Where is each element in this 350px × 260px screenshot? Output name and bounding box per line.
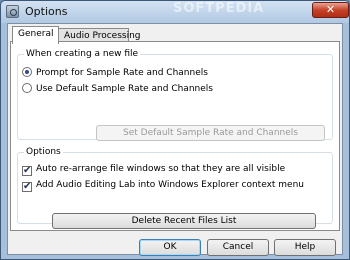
help-button[interactable]: Help bbox=[274, 239, 336, 256]
explorer-context-menu-checkbox[interactable]: ✔ Add Audio Editing Lab into Windows Expl… bbox=[22, 179, 305, 192]
ok-button[interactable]: OK bbox=[139, 239, 201, 256]
set-default-sample-rate-button[interactable]: Set Default Sample Rate and Channels bbox=[96, 125, 325, 141]
new-file-group: When creating a new file Prompt for Samp… bbox=[17, 48, 333, 141]
set-default-sample-rate-button-label: Set Default Sample Rate and Channels bbox=[123, 128, 298, 138]
auto-rearrange-label: Auto re-arrange file windows so that the… bbox=[36, 164, 286, 174]
radio-unselected-icon[interactable] bbox=[22, 83, 32, 93]
general-tab-panel: When creating a new file Prompt for Samp… bbox=[10, 41, 340, 231]
use-default-sample-rate-radio[interactable]: Use Default Sample Rate and Channels bbox=[22, 83, 213, 95]
explorer-context-menu-label: Add Audio Editing Lab into Windows Explo… bbox=[36, 180, 305, 190]
close-button[interactable]: ✕ bbox=[312, 2, 349, 18]
app-icon[interactable] bbox=[6, 5, 19, 18]
checkmark-icon[interactable]: ✔ bbox=[22, 182, 32, 192]
delete-recent-files-button-label: Delete Recent Files List bbox=[131, 216, 237, 226]
options-window: Options SOFTPEDIA ✕ General Audio Proces… bbox=[0, 0, 350, 260]
watermark: SOFTPEDIA bbox=[173, 1, 265, 16]
tab-general-label: General bbox=[18, 29, 54, 39]
new-file-group-legend: When creating a new file bbox=[24, 48, 141, 60]
prompt-sample-rate-radio[interactable]: Prompt for Sample Rate and Channels bbox=[22, 67, 208, 79]
cancel-button[interactable]: Cancel bbox=[207, 239, 269, 256]
close-icon: ✕ bbox=[325, 3, 336, 16]
options-group: Options ✔ Auto re-arrange file windows so… bbox=[17, 146, 333, 229]
checkmark-icon[interactable]: ✔ bbox=[22, 166, 32, 176]
ok-button-label: OK bbox=[163, 242, 177, 252]
window-title: Options bbox=[25, 5, 68, 18]
tab-general[interactable]: General bbox=[12, 26, 59, 44]
delete-recent-files-button[interactable]: Delete Recent Files List bbox=[52, 213, 316, 229]
prompt-sample-rate-label: Prompt for Sample Rate and Channels bbox=[36, 68, 208, 78]
tab-audio-processing-label: Audio Processing bbox=[64, 31, 141, 41]
dialog-client-area: General Audio Processing When creating a… bbox=[7, 23, 343, 256]
radio-selected-icon[interactable] bbox=[22, 67, 32, 77]
use-default-sample-rate-label: Use Default Sample Rate and Channels bbox=[36, 84, 213, 94]
help-button-label: Help bbox=[294, 242, 316, 252]
auto-rearrange-checkbox[interactable]: ✔ Auto re-arrange file windows so that th… bbox=[22, 163, 286, 176]
options-group-legend: Options bbox=[24, 146, 63, 158]
title-bar[interactable]: Options SOFTPEDIA ✕ bbox=[1, 1, 349, 23]
cancel-button-label: Cancel bbox=[222, 242, 254, 252]
